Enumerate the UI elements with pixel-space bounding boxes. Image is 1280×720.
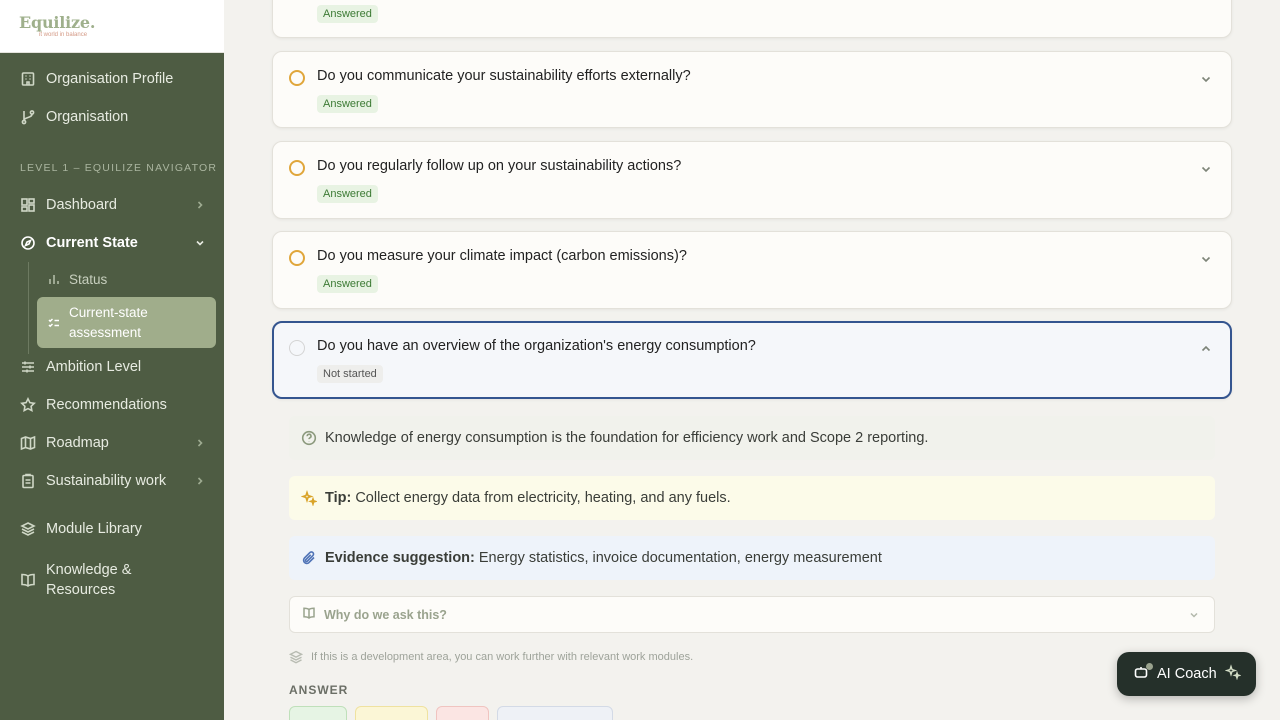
sidebar-subitem-label: Status <box>69 271 108 287</box>
sidebar-item-recommendations[interactable]: Recommendations <box>12 388 216 422</box>
star-icon <box>20 397 36 413</box>
question-card[interactable]: Do you communicate your sustainability e… <box>272 51 1232 128</box>
sidebar-item-organisation-profile[interactable]: Organisation Profile <box>12 62 216 96</box>
map-icon <box>20 435 36 451</box>
sparkles-icon <box>300 489 318 507</box>
tip-text: Collect energy data from electricity, he… <box>355 490 731 506</box>
subnav-line <box>28 262 29 354</box>
paperclip-icon <box>301 550 317 566</box>
status-badge: Answered <box>317 275 378 293</box>
dashboard-icon <box>20 197 36 213</box>
evidence-box: Evidence suggestion: Energy statistics, … <box>289 536 1215 580</box>
sidebar-item-current-state[interactable]: Current State <box>12 226 216 260</box>
sidebar-item-label: Dashboard <box>46 197 117 213</box>
chevron-down-icon <box>194 237 206 249</box>
question-text: Do you measure your climate impact (carb… <box>317 248 687 264</box>
layers-icon <box>20 521 36 537</box>
sidebar-item-label: Organisation <box>46 109 129 125</box>
book-open-icon <box>302 606 324 623</box>
question-text: Do you have an overview of the organizat… <box>317 338 756 354</box>
status-badge: Not started <box>317 365 383 383</box>
answer-option-button[interactable] <box>289 706 347 720</box>
sidebar-item-label: Roadmap <box>46 435 109 451</box>
sidebar-item-label: Recommendations <box>46 397 167 413</box>
sidebar-item-label: Organisation Profile <box>46 71 174 87</box>
main-content: Answered Do you communicate your sustain… <box>224 0 1280 720</box>
sidebar-item-ambition-level[interactable]: Ambition Level <box>12 350 216 384</box>
logo[interactable]: Equilize. it world in balance <box>0 0 224 53</box>
answer-option-button[interactable] <box>436 706 489 720</box>
answer-option-button[interactable] <box>497 706 613 720</box>
chevron-right-icon <box>194 437 206 449</box>
sidebar-item-label: Sustainability work <box>46 473 167 489</box>
sidebar-item-module-library[interactable]: Module Library <box>12 512 216 546</box>
sidebar-item-sustainability-work[interactable]: Sustainability work <box>12 464 216 498</box>
ai-coach-label: AI Coach <box>1157 666 1217 682</box>
git-branch-icon <box>20 109 36 125</box>
question-description: Knowledge of energy consumption is the f… <box>289 416 1215 460</box>
chevron-up-icon[interactable] <box>1199 342 1213 356</box>
question-card[interactable]: Do you measure your climate impact (carb… <box>272 231 1232 309</box>
sidebar-item-organisation[interactable]: Organisation <box>12 100 216 134</box>
why-ask-label: Why do we ask this? <box>324 607 447 622</box>
layers-icon <box>289 650 303 664</box>
evidence-text: Energy statistics, invoice documentation… <box>478 550 882 566</box>
status-badge: Answered <box>317 185 378 203</box>
status-badge: Answered <box>317 5 378 23</box>
chevron-down-icon[interactable] <box>1199 72 1213 86</box>
chevron-right-icon <box>194 199 206 211</box>
chevron-down-icon <box>1188 609 1200 624</box>
sliders-icon <box>20 359 36 375</box>
sidebar-item-label: Module Library <box>46 521 142 537</box>
bot-icon <box>1133 664 1157 684</box>
status-badge: Answered <box>317 95 378 113</box>
chevron-down-icon[interactable] <box>1199 162 1213 176</box>
chevron-right-icon <box>194 475 206 487</box>
question-text: Do you regularly follow up on your susta… <box>317 158 682 174</box>
description-text: Knowledge of energy consumption is the f… <box>325 430 929 446</box>
evidence-label: Evidence suggestion: <box>325 550 475 566</box>
sparkles-icon <box>1217 664 1242 684</box>
tip-label: Tip: <box>325 490 352 506</box>
brand-name: Equilize. <box>19 13 96 32</box>
why-ask-toggle[interactable]: Why do we ask this? <box>289 596 1215 633</box>
sidebar-subitem-current-state-assessment[interactable]: Current-state assessment <box>37 297 216 348</box>
brand-tagline: it world in balance <box>39 32 88 38</box>
answer-label: ANSWER <box>289 683 349 697</box>
sidebar-item-knowledge-resources[interactable]: Knowledge & Resources <box>12 558 216 602</box>
sidebar-subitem-label: Current-state assessment <box>69 304 148 340</box>
sidebar-subitem-status[interactable]: Status <box>37 266 216 292</box>
tip-box: Tip: Collect energy data from electricit… <box>289 476 1215 520</box>
question-card[interactable]: Answered <box>272 0 1232 38</box>
section-label: LEVEL 1 – EQUILIZE NAVIGATOR <box>20 162 218 174</box>
question-card-expanded[interactable]: Do you have an overview of the organizat… <box>272 321 1232 399</box>
pending-circle-icon <box>289 250 305 266</box>
pending-circle-icon <box>289 160 305 176</box>
chevron-down-icon[interactable] <box>1199 252 1213 266</box>
development-hint-text: If this is a development area, you can w… <box>311 651 694 663</box>
sidebar-item-label: Ambition Level <box>46 359 142 375</box>
sidebar-item-label: Current State <box>46 235 138 251</box>
pending-circle-icon <box>289 70 305 86</box>
clipboard-icon <box>20 473 36 489</box>
empty-circle-icon <box>289 340 305 356</box>
building-icon <box>20 71 36 87</box>
help-circle-icon <box>301 430 317 446</box>
bar-chart-icon <box>47 272 61 286</box>
sidebar: Equilize. it world in balance Organisati… <box>0 0 224 720</box>
ai-coach-button[interactable]: AI Coach <box>1117 652 1256 696</box>
question-text: Do you communicate your sustainability e… <box>317 68 691 84</box>
list-check-icon <box>47 316 61 330</box>
development-hint: If this is a development area, you can w… <box>289 650 693 664</box>
question-card[interactable]: Do you regularly follow up on your susta… <box>272 141 1232 219</box>
answer-option-button[interactable] <box>355 706 428 720</box>
compass-icon <box>20 235 36 251</box>
sidebar-item-label: Knowledge & Resources <box>46 562 132 598</box>
sidebar-item-roadmap[interactable]: Roadmap <box>12 426 216 460</box>
sidebar-item-dashboard[interactable]: Dashboard <box>12 188 216 222</box>
book-icon <box>20 572 36 588</box>
notification-dot <box>1146 663 1153 670</box>
